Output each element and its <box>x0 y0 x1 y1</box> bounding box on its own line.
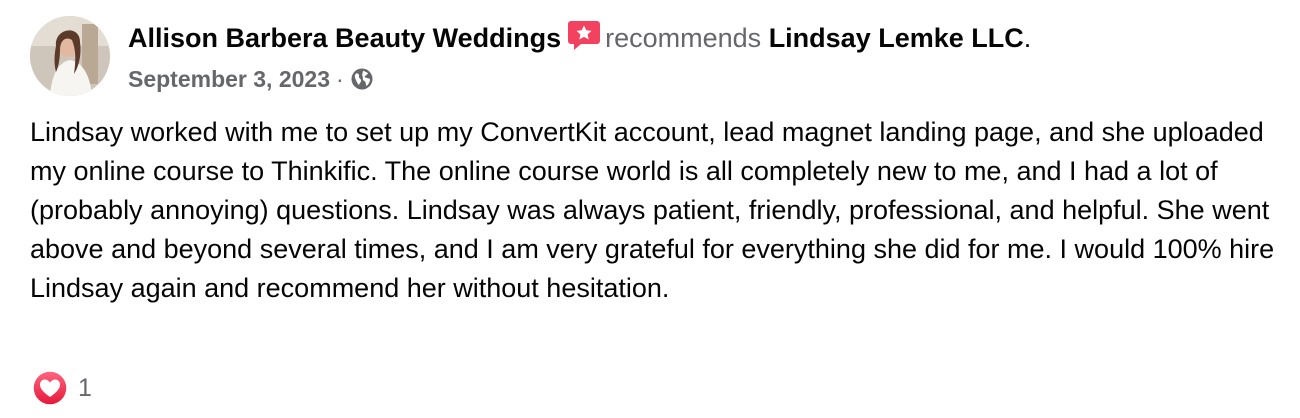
author-name-link[interactable]: Allison Barbera Beauty Weddings <box>128 23 561 53</box>
recommends-text: recommends <box>605 23 762 53</box>
reactions-summary[interactable]: 1 <box>32 370 92 406</box>
reaction-count: 1 <box>78 373 92 402</box>
headline-period: . <box>1023 23 1032 53</box>
recommended-page-link[interactable]: Lindsay Lemke LLC <box>769 23 1024 53</box>
author-avatar[interactable] <box>30 16 110 96</box>
love-reaction-icon <box>32 370 68 406</box>
post-body-text: Lindsay worked with me to set up my Conv… <box>30 117 1275 303</box>
recommendation-post: Allison Barbera Beauty Weddings recommen… <box>0 0 1300 418</box>
post-meta: September 3, 2023 · <box>128 64 1280 98</box>
post-header: Allison Barbera Beauty Weddings recommen… <box>128 18 1280 98</box>
meta-separator: · <box>336 66 344 92</box>
post-headline: Allison Barbera Beauty Weddings recommen… <box>128 18 1280 62</box>
post-date-link[interactable]: September 3, 2023 <box>128 66 330 92</box>
globe-icon[interactable] <box>350 67 374 98</box>
recommendation-star-icon <box>567 19 601 62</box>
